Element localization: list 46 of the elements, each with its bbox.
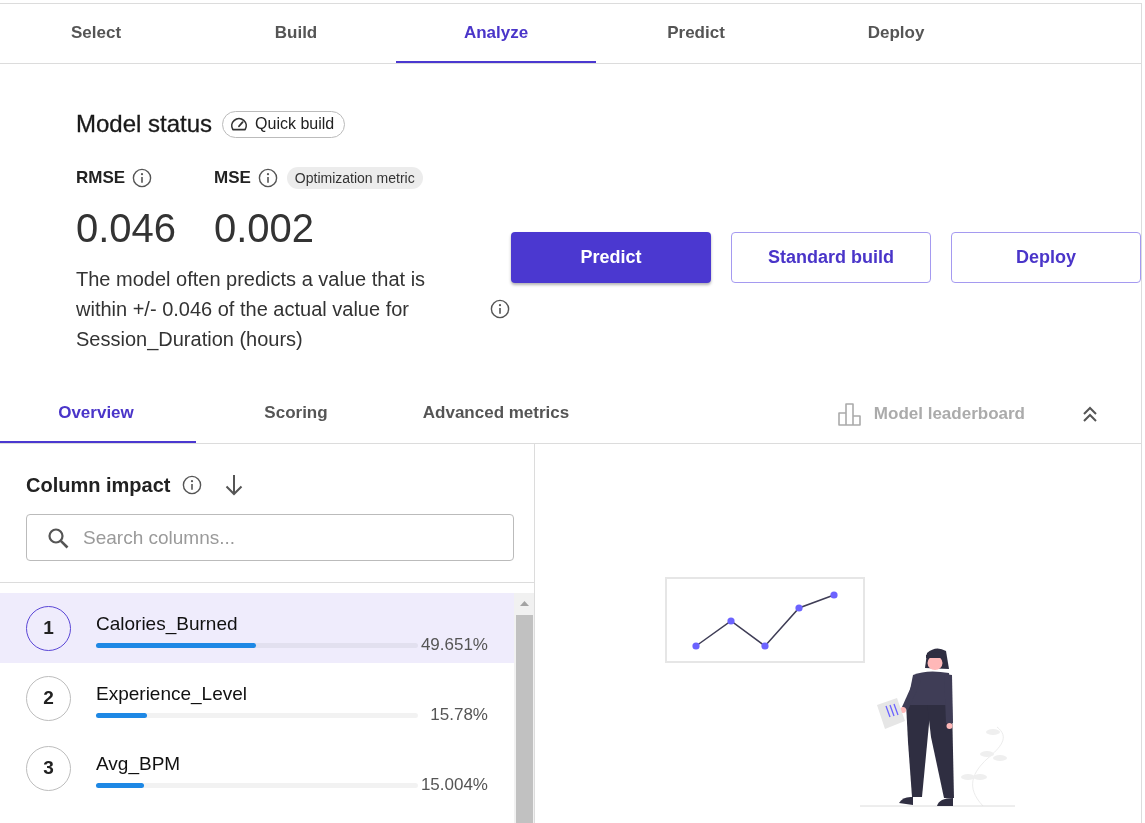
info-icon[interactable] [257, 167, 278, 188]
chart-point [795, 604, 803, 612]
search-field[interactable]: Search columns... [26, 514, 514, 561]
column-row[interactable]: 1 Calories_Burned 49.651% [0, 593, 514, 663]
column-name: Calories_Burned [96, 612, 239, 636]
bar-chart-icon [837, 402, 862, 426]
scrollbar[interactable] [514, 593, 534, 823]
action-button[interactable]: Standard build [731, 232, 931, 283]
metric-label: MSE [214, 167, 251, 188]
gauge-icon [230, 115, 249, 133]
chart-point [761, 642, 769, 650]
action-button[interactable]: Predict [511, 232, 711, 283]
model-status-title: Model status [76, 110, 213, 138]
metric-value: 0.002 [214, 205, 316, 252]
search-icon [47, 527, 69, 549]
info-icon[interactable] [132, 167, 153, 188]
impact-percent: 15.004% [420, 775, 488, 795]
metric-description: The model often predicts a value that is within +/- 0.046 of the actual value for Session_Duration (hours) [76, 267, 427, 353]
column-name: Avg_BPM [96, 752, 182, 776]
step-tab[interactable]: Build [196, 4, 396, 63]
impact-percent: 49.651% [420, 635, 488, 655]
chart-point [830, 591, 838, 599]
metric-tag: Optimization metric [286, 166, 423, 189]
step-tab[interactable]: Predict [596, 4, 796, 63]
column-impact-title: Column impact [26, 473, 171, 497]
info-icon[interactable] [490, 299, 510, 319]
build-type-label: Quick build [255, 115, 335, 133]
column-row[interactable]: 3 Avg_BPM 15.004% [0, 733, 514, 803]
step-tab[interactable]: Deploy [796, 4, 996, 63]
impact-percent: 15.78% [430, 705, 488, 725]
column-name: Experience_Level [96, 682, 249, 706]
step-tab[interactable]: Select [0, 4, 196, 63]
down-arrow-icon[interactable] [224, 474, 245, 496]
chart-point [692, 642, 700, 650]
action-button[interactable]: Deploy [951, 232, 1141, 283]
metric-value: 0.046 [76, 205, 178, 252]
metric-label: RMSE [76, 167, 126, 188]
result-tab[interactable]: Overview [0, 385, 196, 443]
step-tab[interactable]: Analyze [396, 4, 596, 63]
scrollbar-thumb[interactable] [515, 615, 533, 823]
result-tab[interactable]: Advanced metrics [396, 385, 596, 443]
chart-point [727, 617, 735, 625]
column-row[interactable]: 2 Experience_Level 15.78% [0, 663, 514, 733]
double-chevron-up-icon [1082, 406, 1098, 422]
info-icon[interactable] [182, 475, 203, 495]
result-tab[interactable]: Scoring [196, 385, 396, 443]
